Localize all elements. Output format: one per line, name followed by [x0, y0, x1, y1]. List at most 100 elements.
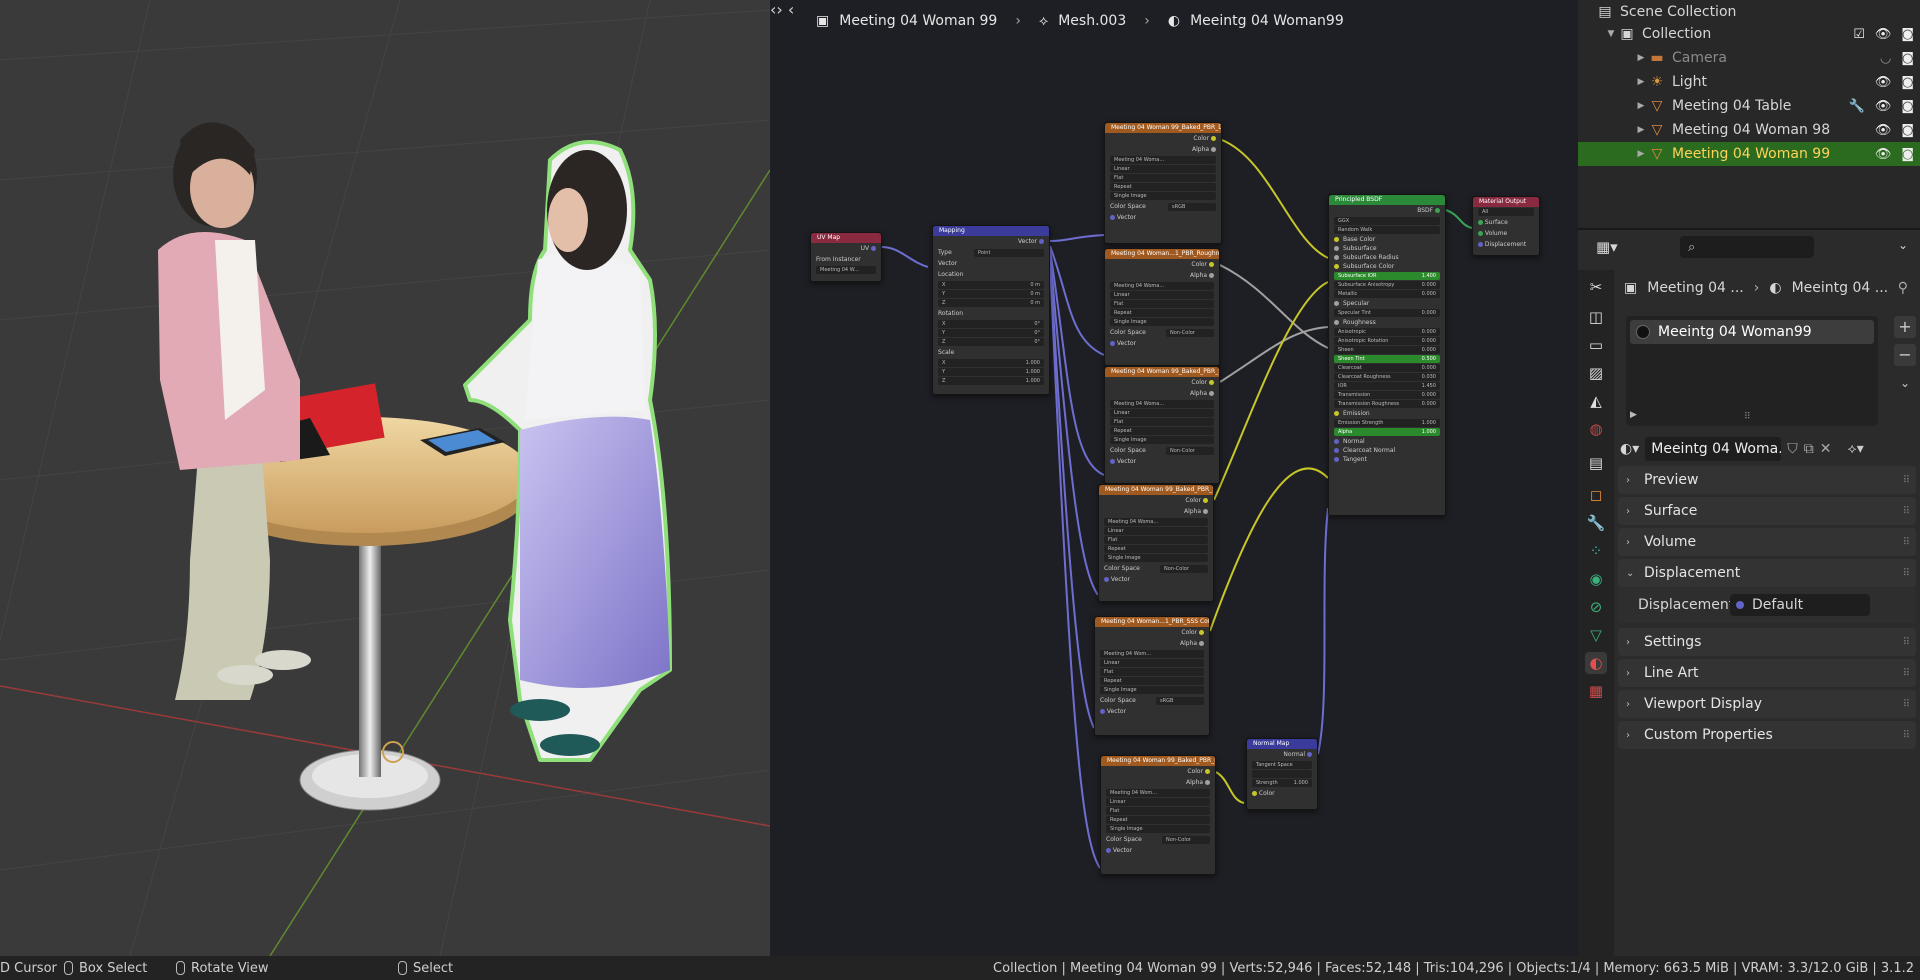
- panel-surface[interactable]: › Surface ⠿: [1618, 497, 1916, 525]
- image-field[interactable]: Meeting 04 Woma...: [1104, 518, 1208, 526]
- principled-bsdf-node[interactable]: Principled BSDF BSDF GGX Random Walk Bas…: [1328, 194, 1446, 516]
- remove-slot-button[interactable]: −: [1894, 344, 1916, 366]
- image-texture-node[interactable]: Meeting 04 Woman 99_Baked_PBR_SSSdi... C…: [1098, 484, 1214, 602]
- texture-tab-icon[interactable]: ▦: [1585, 680, 1607, 702]
- object-tab-icon[interactable]: ◻: [1585, 484, 1607, 506]
- image-texture-node[interactable]: Meeting 04 Woman 99_Baked_PBR_Specu... C…: [1104, 366, 1220, 484]
- view-layer-tab-icon[interactable]: ▨: [1585, 362, 1607, 384]
- properties-search-input[interactable]: ⌕: [1680, 236, 1814, 258]
- outliner-item-meeting-04-woman-99[interactable]: ▶ ▽ Meeting 04 Woman 99 👁 ◙: [1578, 142, 1920, 166]
- panel-line-art[interactable]: › Line Art ⠿: [1618, 659, 1916, 687]
- mapping-type-dropdown[interactable]: Point: [974, 248, 1044, 257]
- eye-icon[interactable]: 👁: [1875, 123, 1892, 138]
- bsdf-input-field[interactable]: Transmission 0.000: [1334, 391, 1440, 399]
- camera-render-icon[interactable]: ◙: [1901, 75, 1914, 90]
- chevron-down-icon[interactable]: ⌄: [1898, 238, 1908, 252]
- camera-render-icon[interactable]: ◙: [1901, 51, 1914, 66]
- bsdf-input-field[interactable]: Specular Tint 0.000: [1334, 309, 1440, 317]
- editor-type-icon[interactable]: ▦▾: [1596, 238, 1618, 256]
- image-texture-node[interactable]: Meeting 04 Woman...1_PBR_SSS Colour.jpg …: [1094, 616, 1210, 736]
- bsdf-input-field[interactable]: Sheen Tint 0.500: [1334, 355, 1440, 363]
- scene-collection-row[interactable]: ▤ Scene Collection: [1578, 0, 1920, 24]
- camera-render-icon[interactable]: ◙: [1901, 123, 1914, 138]
- eye-icon[interactable]: 👁: [1875, 27, 1892, 42]
- close-icon[interactable]: ✕: [1820, 441, 1832, 457]
- bsdf-input-field[interactable]: Clearcoat 0.000: [1334, 364, 1440, 372]
- image-texture-node[interactable]: Meeting 04 Woman 99_Baked_PBR_Norm... Co…: [1100, 755, 1216, 875]
- source-dropdown[interactable]: Single Image: [1110, 192, 1216, 200]
- slot-menu-icon[interactable]: ⌄: [1894, 372, 1916, 394]
- bsdf-input-field[interactable]: Metallic 0.000: [1334, 290, 1440, 298]
- expand-right-icon[interactable]: ▶: [1630, 410, 1637, 420]
- outliner-item-light[interactable]: ▶ ☀ Light 👁 ◙: [1578, 70, 1920, 94]
- bsdf-input-field[interactable]: Anisotropic 0.000: [1334, 328, 1440, 336]
- outliner[interactable]: ▤ Scene Collection ▼ ▣ Collection ☑ 👁 ◙ ▶ …: [1578, 0, 1920, 228]
- render-tab-icon[interactable]: ◫: [1585, 306, 1607, 328]
- expand-right-icon[interactable]: ▶: [1634, 77, 1648, 87]
- eye-icon[interactable]: 👁: [1875, 99, 1892, 114]
- material-link-icon[interactable]: ⟡▾: [1847, 441, 1863, 457]
- output-target-dropdown[interactable]: All: [1478, 208, 1534, 216]
- material-browse-icon[interactable]: ◐▾: [1620, 441, 1639, 457]
- resize-handle-icon[interactable]: ⠿: [1744, 412, 1751, 422]
- subsurface-method-dropdown[interactable]: Random Walk: [1334, 226, 1440, 234]
- pin-icon[interactable]: ⚲: [1898, 280, 1908, 296]
- bsdf-input-field[interactable]: IOR 1.450: [1334, 382, 1440, 390]
- extension-dropdown[interactable]: Repeat: [1110, 183, 1216, 191]
- outliner-item-camera[interactable]: ▶ ▬ Camera ◡ ◙: [1578, 46, 1920, 70]
- data-tab-icon[interactable]: ▽: [1585, 624, 1607, 646]
- add-slot-button[interactable]: +: [1894, 316, 1916, 338]
- constraints-tab-icon[interactable]: ⊘: [1585, 596, 1607, 618]
- expand-right-icon[interactable]: ▶: [1634, 101, 1648, 111]
- bsdf-input-field[interactable]: Anisotropic Rotation 0.000: [1334, 337, 1440, 345]
- panel-settings[interactable]: › Settings ⠿: [1618, 628, 1916, 656]
- panel-preview[interactable]: › Preview ⠿: [1618, 466, 1916, 494]
- bsdf-input-field[interactable]: Transmission Roughness 0.000: [1334, 400, 1440, 408]
- duplicate-icon[interactable]: ⧉: [1804, 441, 1814, 457]
- outliner-item-meeting-04-woman-98[interactable]: ▶ ▽ Meeting 04 Woman 98 👁 ◙: [1578, 118, 1920, 142]
- camera-render-icon[interactable]: ◙: [1901, 27, 1914, 42]
- expand-right-icon[interactable]: ▶: [1634, 53, 1648, 63]
- material-name-field[interactable]: Meeintg 04 Woma...: [1645, 437, 1782, 461]
- image-field[interactable]: Meeting 04 Wom...: [1106, 789, 1210, 797]
- expand-right-icon[interactable]: ▶: [1634, 125, 1648, 135]
- bsdf-input-field[interactable]: Subsurface Anisotropy 0.000: [1334, 281, 1440, 289]
- eye-closed-icon[interactable]: ◡: [1880, 51, 1891, 66]
- modifier-tab-icon[interactable]: 🔧: [1585, 512, 1607, 534]
- output-tab-icon[interactable]: ▭: [1585, 334, 1607, 356]
- world-tab-icon[interactable]: ◍: [1585, 418, 1607, 440]
- scene-tab-icon[interactable]: ◭: [1585, 390, 1607, 412]
- eye-icon[interactable]: 👁: [1875, 147, 1892, 162]
- tool-tab-icon[interactable]: ✂: [1585, 276, 1607, 298]
- uv-map-node[interactable]: UV Map UV From Instancer Meeting 04 W...: [810, 232, 882, 282]
- collection-row[interactable]: ▼ ▣ Collection ☑ 👁 ◙: [1578, 22, 1920, 46]
- interpolation-dropdown[interactable]: Linear: [1110, 165, 1216, 173]
- bsdf-input-field[interactable]: Subsurface IOR 1.400: [1334, 272, 1440, 280]
- camera-render-icon[interactable]: ◙: [1901, 147, 1914, 162]
- panel-viewport-display[interactable]: › Viewport Display ⠿: [1618, 690, 1916, 718]
- particles-tab-icon[interactable]: ⁘: [1585, 540, 1607, 562]
- bsdf-input-field[interactable]: Sheen 0.000: [1334, 346, 1440, 354]
- outliner-item-meeting-04-table[interactable]: ▶ ▽ Meeting 04 Table 🔧 👁 ◙: [1578, 94, 1920, 118]
- expand-down-icon[interactable]: ▼: [1604, 29, 1618, 39]
- fake-user-icon[interactable]: ⛉: [1787, 441, 1798, 457]
- camera-render-icon[interactable]: ◙: [1901, 99, 1914, 114]
- material-slot[interactable]: Meeintg 04 Woman99: [1630, 320, 1874, 344]
- material-slot-list[interactable]: Meeintg 04 Woman99 ▶ ⠿: [1626, 316, 1878, 426]
- panel-displacement[interactable]: ⌄ Displacement ⠿: [1618, 559, 1916, 587]
- physics-tab-icon[interactable]: ◉: [1585, 568, 1607, 590]
- checkbox-icon[interactable]: ☑: [1853, 27, 1865, 42]
- normal-map-node[interactable]: Normal Map Normal Tangent Space Strength…: [1246, 738, 1318, 810]
- uv-map-field[interactable]: Meeting 04 W...: [816, 266, 876, 274]
- bsdf-input-field[interactable]: Emission Strength 1.000: [1334, 419, 1440, 427]
- panel-volume[interactable]: › Volume ⠿: [1618, 528, 1916, 556]
- bsdf-input-field[interactable]: Alpha 1.000: [1334, 428, 1440, 436]
- mapping-node[interactable]: Mapping Vector Type Point Vector Location…: [932, 225, 1050, 395]
- 3d-viewport[interactable]: [0, 0, 770, 956]
- material-output-node[interactable]: Material Output All Surface Volume Displ…: [1472, 196, 1540, 256]
- image-texture-node[interactable]: Meeting 04 Woman 99_Baked_PBR_Diffus... …: [1104, 122, 1222, 244]
- image-field[interactable]: Meeting 04 Wom...: [1100, 650, 1204, 658]
- uv-map-field[interactable]: [1252, 770, 1312, 778]
- collection-tab-icon[interactable]: ▤: [1585, 452, 1607, 474]
- expand-right-icon[interactable]: ▶: [1634, 149, 1648, 159]
